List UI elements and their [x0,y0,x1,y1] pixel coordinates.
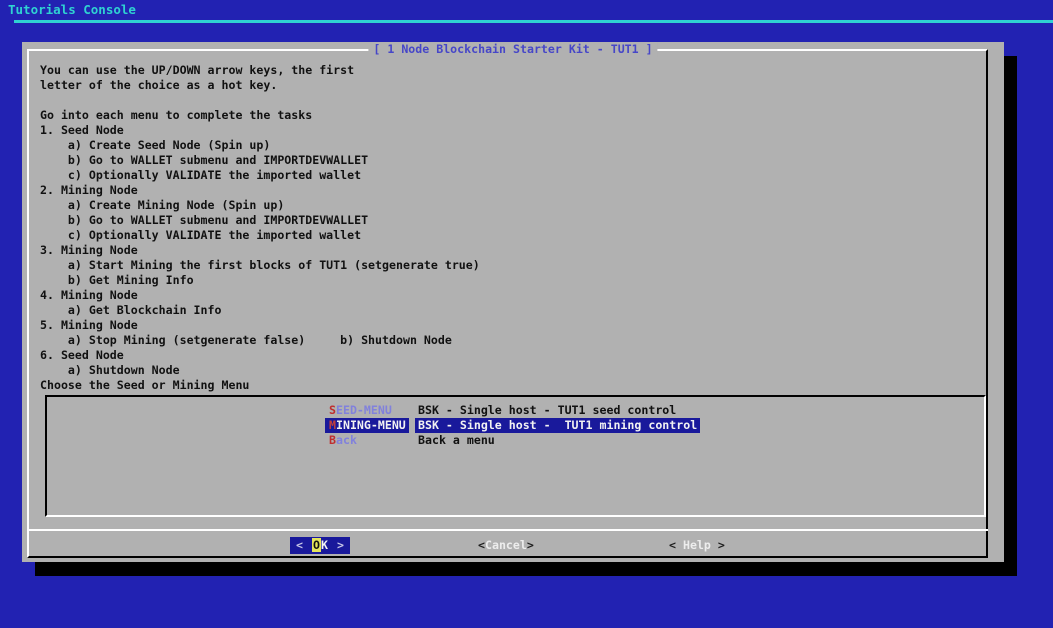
cancel-button[interactable]: <Cancel> [478,537,534,554]
menu-item-mining-menu[interactable]: MINING-MENU BSK - Single host - TUT1 min… [47,418,984,433]
ok-open-bracket: < [296,537,303,554]
instruction-line: 5. Mining Node [40,318,480,333]
instruction-line: letter of the choice as a hot key. [40,78,480,93]
help-label: Help [683,538,711,552]
help-button[interactable]: < Help > [669,537,725,554]
ok-close-bracket: > [337,537,344,554]
menu-tag: MINING-MENU [325,418,409,433]
instruction-line: a) Get Blockchain Info [40,303,480,318]
instruction-line: c) Optionally VALIDATE the imported wall… [40,228,480,243]
menu-tag-label: ack [336,433,357,447]
topbar: Tutorials Console [0,0,1053,20]
instruction-line: 2. Mining Node [40,183,480,198]
menu-list: SEED-MENU BSK - Single host - TUT1 seed … [47,403,984,448]
instruction-line: b) Go to WALLET submenu and IMPORTDEVWAL… [40,213,480,228]
instruction-line: You can use the UP/DOWN arrow keys, the … [40,63,480,78]
menu-hotkey: M [329,418,336,432]
menu-description: Back a menu [415,433,498,448]
dialog-window: [ 1 Node Blockchain Starter Kit - TUT1 ]… [22,42,1004,562]
menu-item-seed-menu[interactable]: SEED-MENU BSK - Single host - TUT1 seed … [47,403,984,418]
instruction-line: 3. Mining Node [40,243,480,258]
ok-label: OK [312,537,328,554]
instructions-text: You can use the UP/DOWN arrow keys, the … [40,63,480,393]
topbar-underline [14,20,1053,23]
menu-hotkey: S [329,403,336,417]
ok-button[interactable]: < OK > [290,537,350,554]
menu-description: BSK - Single host - TUT1 mining control [415,418,700,433]
button-separator [27,529,988,531]
menu-item-back[interactable]: Back Back a menu [47,433,984,448]
dialog-title: [ 1 Node Blockchain Starter Kit - TUT1 ] [368,42,657,57]
instruction-line: Choose the Seed or Mining Menu [40,378,480,393]
menu-tag-label: EED-MENU [336,403,392,417]
instruction-line: Go into each menu to complete the tasks [40,108,480,123]
topbar-title: Tutorials Console [8,2,136,17]
instruction-line: 6. Seed Node [40,348,480,363]
instruction-line: a) Shutdown Node [40,363,480,378]
menu-box: SEED-MENU BSK - Single host - TUT1 seed … [45,395,986,517]
instruction-line: a) Start Mining the first blocks of TUT1… [40,258,480,273]
cancel-label: Cancel [485,538,527,552]
ok-hotkey-cursor: O [312,538,321,552]
instruction-line: a) Create Seed Node (Spin up) [40,138,480,153]
instruction-line: a) Stop Mining (setgenerate false) b) Sh… [40,333,480,348]
menu-tag-label: INING-MENU [336,418,406,432]
instruction-line: b) Go to WALLET submenu and IMPORTDEVWAL… [40,153,480,168]
instruction-line: 4. Mining Node [40,288,480,303]
menu-tag: Back [325,433,409,448]
instruction-line: 1. Seed Node [40,123,480,138]
instruction-line: a) Create Mining Node (Spin up) [40,198,480,213]
menu-tag: SEED-MENU [325,403,409,418]
menu-hotkey: B [329,433,336,447]
instruction-line: c) Optionally VALIDATE the imported wall… [40,168,480,183]
menu-description: BSK - Single host - TUT1 seed control [415,403,679,418]
instruction-line: b) Get Mining Info [40,273,480,288]
instruction-line [40,93,480,108]
